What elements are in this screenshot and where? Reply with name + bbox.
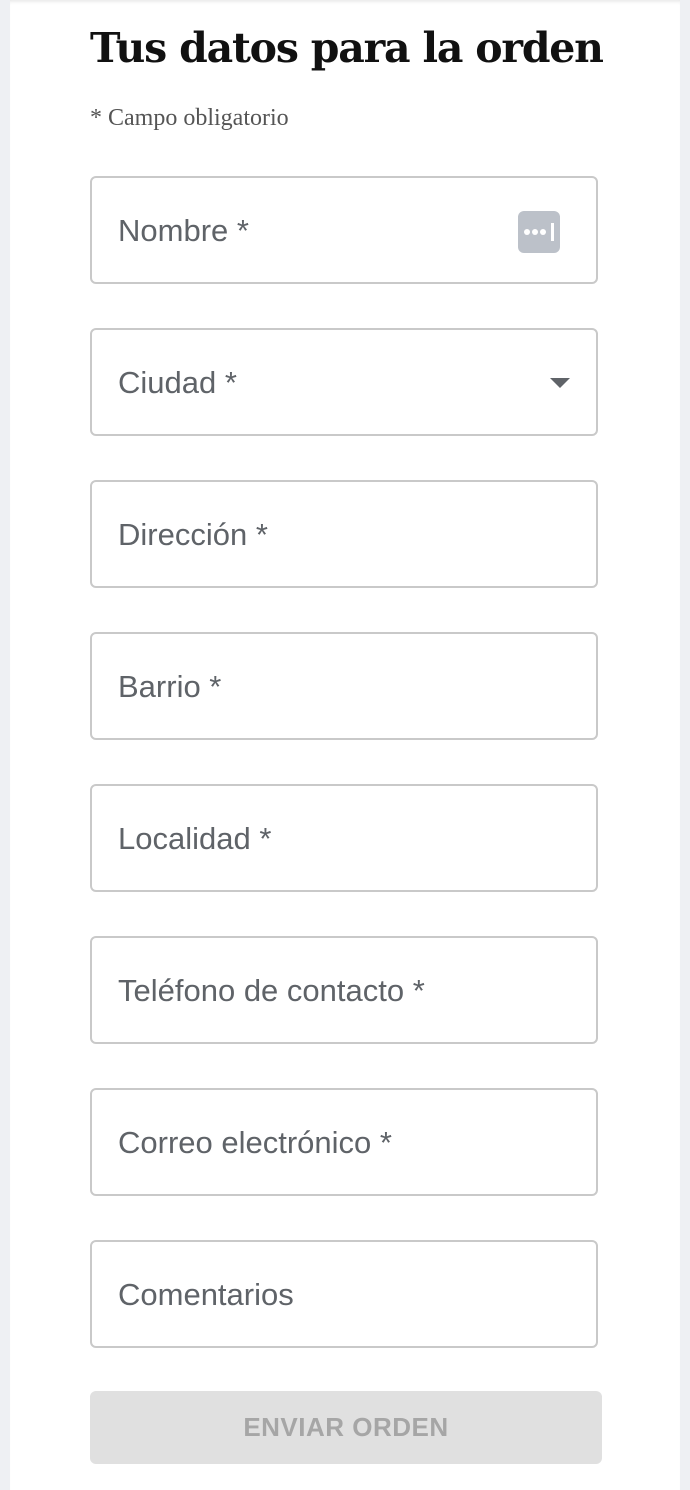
- order-form-page: Tus datos para la orden * Campo obligato…: [10, 0, 680, 1490]
- form-title: Tus datos para la orden: [90, 24, 604, 72]
- locality-field-label: Localidad *: [118, 821, 272, 856]
- comments-field-label: Comentarios: [118, 1277, 294, 1312]
- chevron-down-icon: [550, 378, 570, 388]
- locality-field[interactable]: Localidad *: [90, 784, 598, 892]
- name-field-label: Nombre *: [118, 213, 249, 248]
- phone-field[interactable]: Teléfono de contacto *: [90, 936, 598, 1044]
- name-field[interactable]: Nombre *: [90, 176, 598, 284]
- email-field[interactable]: Correo electrónico *: [90, 1088, 598, 1196]
- city-select[interactable]: Ciudad *: [90, 328, 598, 436]
- submit-order-button[interactable]: ENVIAR ORDEN: [90, 1391, 602, 1464]
- neighborhood-field[interactable]: Barrio *: [90, 632, 598, 740]
- address-field[interactable]: Dirección *: [90, 480, 598, 588]
- city-select-label: Ciudad *: [118, 365, 237, 400]
- address-field-label: Dirección *: [118, 517, 268, 552]
- neighborhood-field-label: Barrio *: [118, 669, 222, 704]
- required-field-note: * Campo obligatorio: [90, 105, 289, 131]
- password-key-icon[interactable]: [518, 211, 560, 253]
- phone-field-label: Teléfono de contacto *: [118, 973, 425, 1008]
- comments-field[interactable]: Comentarios: [90, 1240, 598, 1348]
- email-field-label: Correo electrónico *: [118, 1125, 392, 1160]
